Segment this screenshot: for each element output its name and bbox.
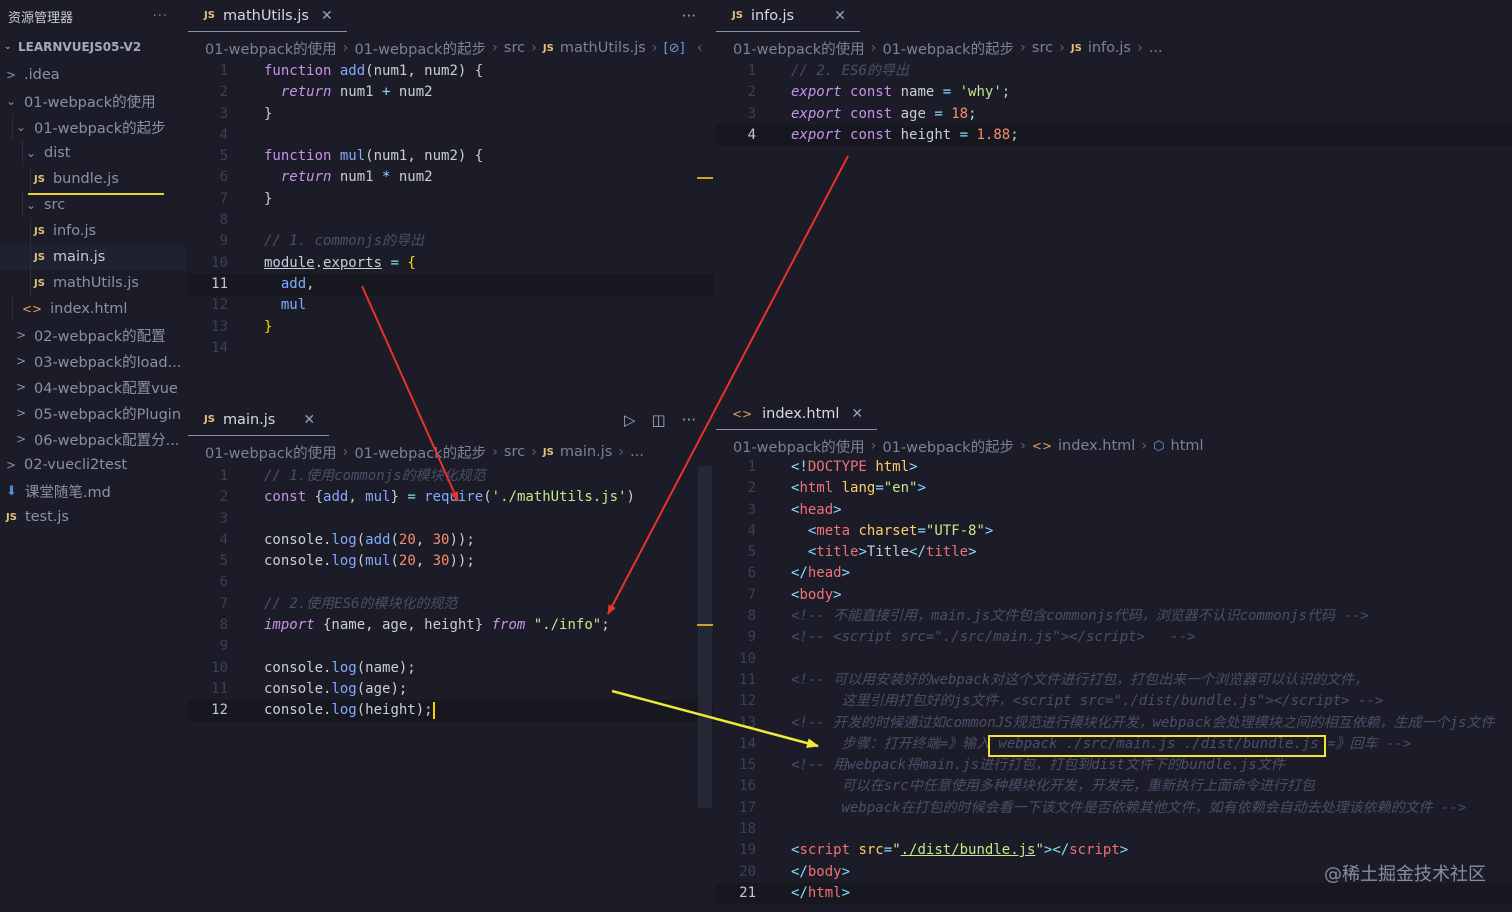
arrow-yellow-command xyxy=(611,689,819,748)
arrow-red-commonjs xyxy=(361,285,459,502)
annotation-arrows xyxy=(361,155,849,748)
watermark: @稀土掘金技术社区 xyxy=(1324,864,1486,885)
arrow-red-es6 xyxy=(607,155,849,615)
